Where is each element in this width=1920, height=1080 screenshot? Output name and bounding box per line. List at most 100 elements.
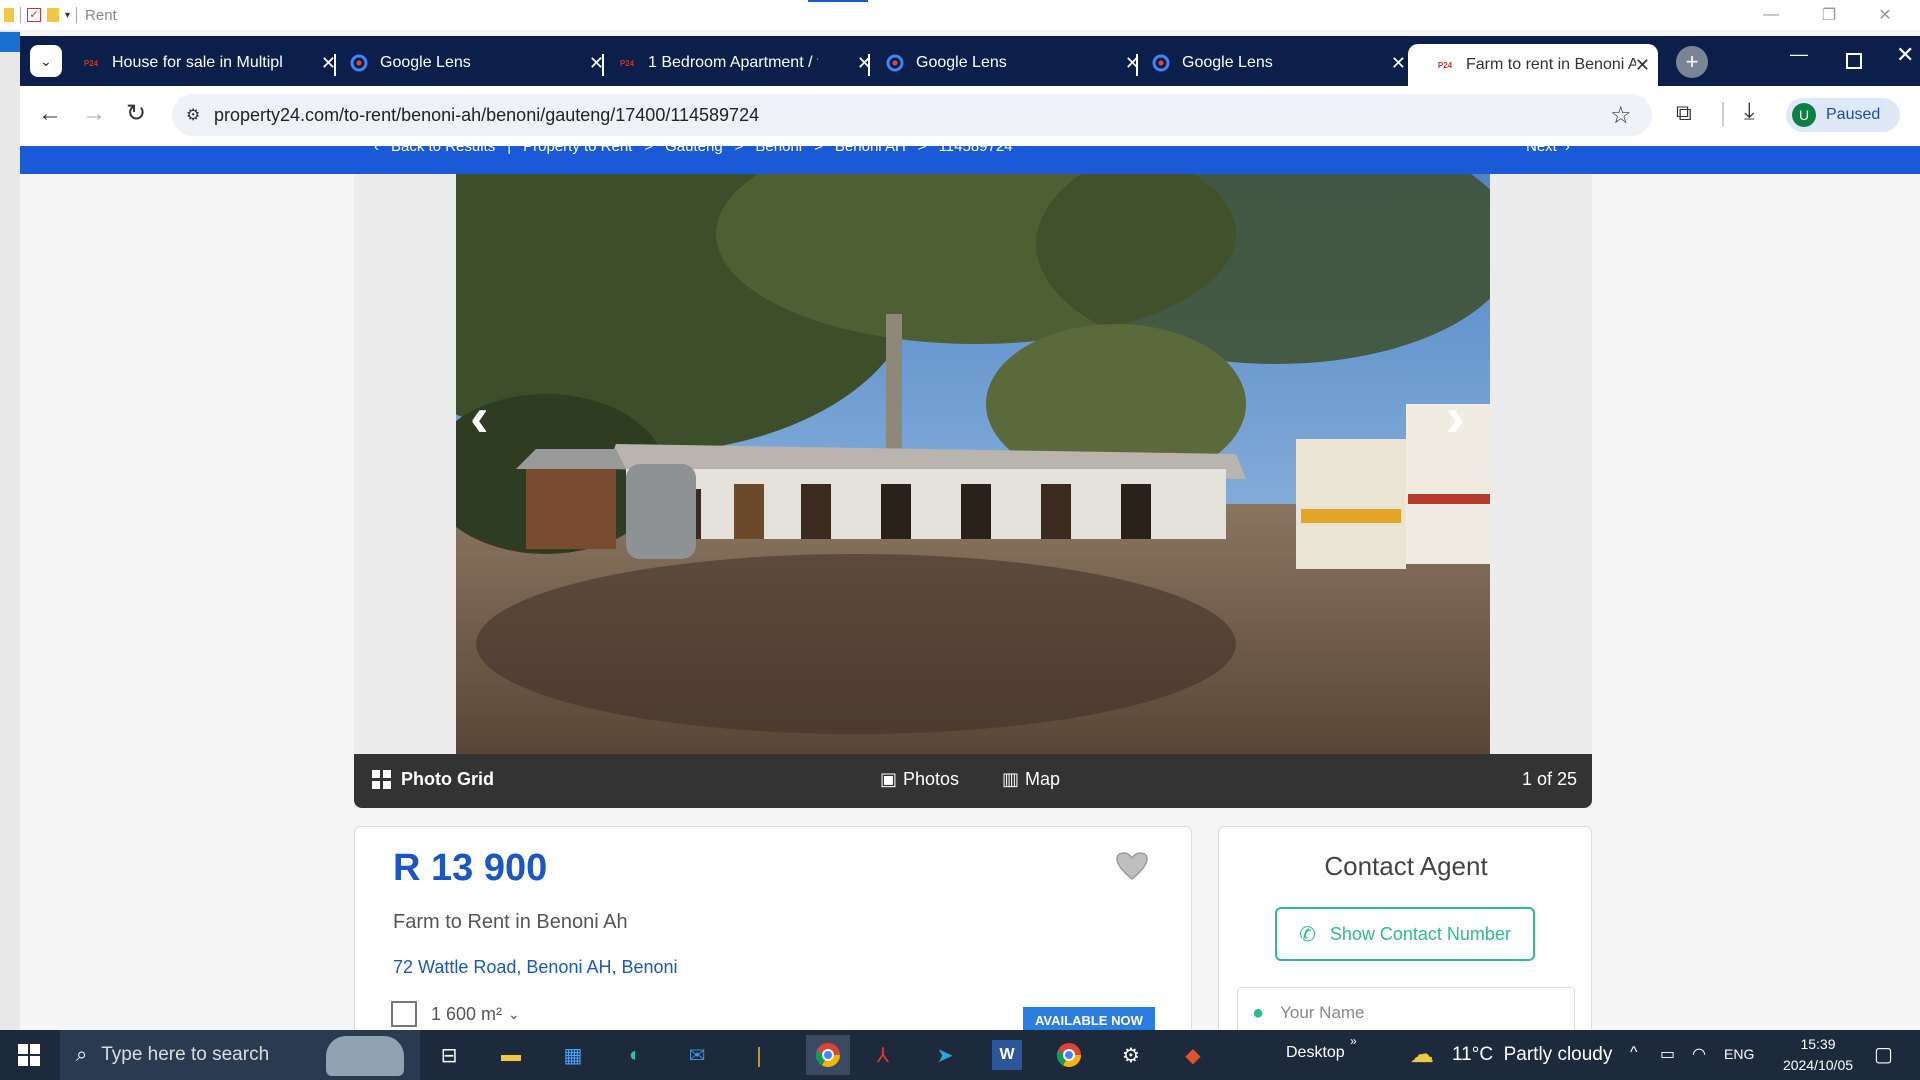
- close-tab-icon[interactable]: ✕: [1391, 53, 1406, 74]
- tab-1-bedroom-apartment[interactable]: P24 1 Bedroom Apartment / fla ✕: [618, 44, 880, 82]
- breadcrumb: ‹ Back to Results | Property to Rent > G…: [20, 146, 1920, 174]
- notification-center-icon[interactable]: ▢: [1874, 1042, 1893, 1067]
- task-view-icon[interactable]: ⊟: [434, 1040, 464, 1070]
- plus-icon: +: [1685, 49, 1699, 74]
- chevron-down-icon: ⌄: [508, 1005, 520, 1022]
- tab-google-lens-3[interactable]: Google Lens ✕: [1152, 44, 1414, 82]
- microsoft-store-icon[interactable]: ▦: [558, 1040, 588, 1070]
- show-hidden-icons-icon[interactable]: ^: [1630, 1044, 1638, 1062]
- tab-house-for-sale[interactable]: P24 House for sale in Multiple S ✕: [82, 44, 344, 82]
- breadcrumb-separator: |: [507, 146, 512, 155]
- acrobat-icon[interactable]: ⅄: [868, 1040, 898, 1070]
- next-link[interactable]: Next: [1526, 146, 1557, 155]
- page-content: ‹ Back to Results | Property to Rent > G…: [20, 146, 1920, 1030]
- new-folder-icon[interactable]: [47, 8, 59, 22]
- app-pin-icon[interactable]: ❘: [744, 1040, 774, 1070]
- start-windows-icon[interactable]: [14, 1040, 44, 1070]
- extensions-icon[interactable]: ⧉: [1676, 100, 1692, 126]
- breadcrumb-item[interactable]: Property to Rent: [523, 146, 632, 155]
- forward-arrow-icon[interactable]: →: [82, 100, 106, 128]
- weather-icon[interactable]: ☁: [1410, 1040, 1434, 1069]
- new-tab-button[interactable]: +: [1676, 46, 1708, 78]
- desktop-toolbar-label[interactable]: Desktop: [1286, 1044, 1345, 1062]
- tab-google-lens-1[interactable]: Google Lens ✕: [350, 44, 612, 82]
- contact-heading: Contact Agent: [1324, 851, 1488, 881]
- search-placeholder: Type here to search: [101, 1044, 270, 1065]
- phone-icon: ✆: [1299, 923, 1316, 946]
- customize-toolbar-icon[interactable]: ▾: [65, 10, 70, 21]
- breadcrumb-item[interactable]: Benoni AH: [835, 146, 906, 155]
- background-window-accent: [0, 32, 20, 52]
- breadcrumb-separator: >: [917, 146, 927, 155]
- download-icon[interactable]: ⤓: [1744, 98, 1755, 126]
- toolbar-divider: [1722, 102, 1724, 126]
- app-pinned-icon[interactable]: ◆: [1178, 1040, 1208, 1070]
- tab-separator: [1136, 54, 1138, 76]
- previous-photo-icon[interactable]: ‹: [470, 384, 489, 449]
- show-contact-label: Show Contact Number: [1329, 923, 1511, 944]
- show-contact-number-button[interactable]: ✆ Show Contact Number: [1275, 907, 1535, 961]
- mail-icon[interactable]: ✉: [682, 1040, 712, 1070]
- image-icon: ▣: [880, 769, 898, 789]
- favourite-heart-icon[interactable]: [1115, 851, 1149, 886]
- explorer-title-bar: ✓ ▾ Rent — ❐ ✕: [0, 0, 1920, 30]
- battery-icon[interactable]: ▭: [1660, 1044, 1675, 1064]
- word-icon[interactable]: W: [992, 1040, 1022, 1070]
- edge-browser-icon[interactable]: ◐: [620, 1040, 650, 1070]
- tab-farm-to-rent[interactable]: P24 Farm to rent in Benoni AH ✕: [1408, 44, 1658, 86]
- grid-icon: [372, 770, 391, 789]
- reload-icon[interactable]: ↻: [126, 99, 146, 128]
- tab-search-button[interactable]: ⌄: [30, 45, 62, 77]
- listing-address-link[interactable]: 72 Wattle Road, Benoni AH, Benoni: [393, 957, 678, 978]
- photo-grid-button[interactable]: Photo Grid: [372, 769, 494, 790]
- language-indicator[interactable]: ENG: [1724, 1046, 1754, 1062]
- user-icon: ●: [1252, 1001, 1265, 1024]
- wifi-icon[interactable]: ◠: [1692, 1044, 1706, 1064]
- back-arrow-icon[interactable]: ←: [38, 100, 62, 128]
- close-tab-icon[interactable]: ✕: [1635, 55, 1650, 76]
- farm-photo-illustration: [456, 174, 1490, 754]
- your-name-field[interactable]: ● Your Name: [1237, 987, 1575, 1030]
- settings-gear-icon[interactable]: ⚙: [1116, 1040, 1146, 1070]
- file-explorer-icon[interactable]: ▬: [496, 1040, 526, 1070]
- back-to-results-link[interactable]: Back to Results: [391, 146, 495, 155]
- search-icon: ⌕: [76, 1043, 88, 1066]
- folder-icon[interactable]: [4, 8, 14, 22]
- map-button[interactable]: ▥ Map: [1002, 769, 1060, 790]
- clock[interactable]: 15:39 2024/10/05: [1778, 1034, 1858, 1076]
- breadcrumb-item[interactable]: Gauteng: [665, 146, 723, 155]
- bookmark-star-icon[interactable]: ☆: [1610, 101, 1632, 130]
- telegram-icon[interactable]: ➤: [930, 1040, 960, 1070]
- weather-text[interactable]: 11°C Partly cloudy: [1452, 1044, 1612, 1066]
- tab-label: Farm to rent in Benoni AH: [1466, 56, 1636, 73]
- taskbar-search-box[interactable]: ⌕ Type here to search: [60, 1030, 420, 1080]
- listing-price: R 13 900: [393, 847, 548, 889]
- close-icon[interactable]: ✕: [1862, 0, 1908, 30]
- listing-photo[interactable]: ‹ ›: [456, 174, 1490, 754]
- double-chevron-icon[interactable]: »: [1350, 1034, 1357, 1048]
- properties-icon[interactable]: ✓: [27, 8, 41, 22]
- address-bar[interactable]: ⚙ property24.com/to-rent/benoni-ah/benon…: [172, 94, 1652, 136]
- photos-label: Photos: [903, 769, 960, 789]
- elephant-search-highlight-icon: [326, 1036, 404, 1076]
- breadcrumb-item[interactable]: Benoni: [755, 146, 802, 155]
- next-photo-icon[interactable]: ›: [1446, 384, 1465, 449]
- maximize-icon[interactable]: [1846, 53, 1862, 69]
- site-info-icon[interactable]: ⚙: [186, 105, 200, 125]
- avatar: U: [1792, 103, 1816, 127]
- chevron-down-icon: ⌄: [40, 52, 52, 69]
- floor-size-icon: [391, 1001, 417, 1027]
- profile-button[interactable]: U Paused: [1786, 98, 1900, 132]
- minimize-icon[interactable]: —: [1748, 0, 1794, 30]
- restore-icon[interactable]: ❐: [1806, 0, 1852, 30]
- chrome-taskbar-icon[interactable]: [806, 1035, 850, 1075]
- size-dropdown[interactable]: 1 600 m² ⌄: [391, 1001, 520, 1027]
- photos-button[interactable]: ▣ Photos: [880, 769, 959, 790]
- tab-google-lens-2[interactable]: Google Lens ✕: [886, 44, 1148, 82]
- floor-size-value: 1 600 m²: [431, 1003, 503, 1024]
- listing-title: Farm to Rent in Benoni Ah: [393, 911, 628, 933]
- close-icon[interactable]: ✕: [1896, 42, 1914, 68]
- tab-label: House for sale in Multiple S: [112, 54, 282, 71]
- minimize-icon[interactable]: —: [1790, 44, 1808, 65]
- chrome-profile-icon[interactable]: [1054, 1040, 1084, 1070]
